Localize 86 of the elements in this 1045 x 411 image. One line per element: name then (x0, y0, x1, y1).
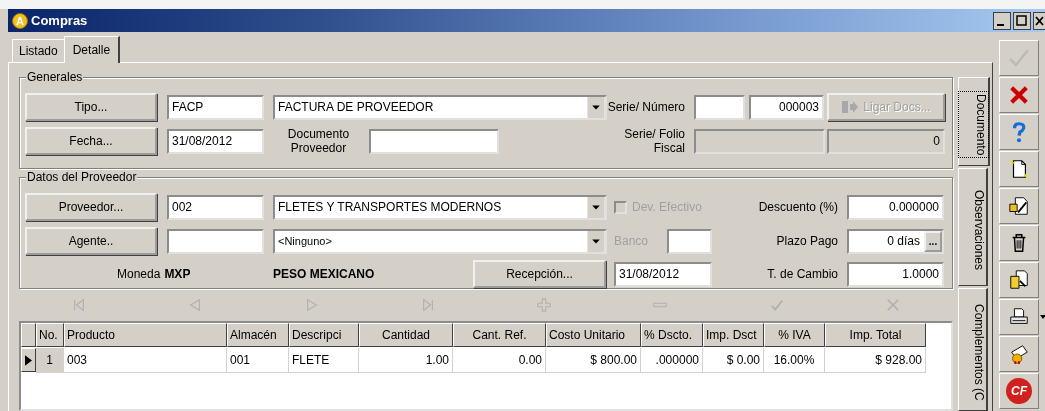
cfd-button[interactable]: CF (999, 373, 1039, 409)
copy-document-button[interactable] (999, 262, 1039, 298)
text-field[interactable] (694, 94, 745, 120)
table-cell: 16.00% (764, 348, 825, 373)
field-label: Serie/ Número (607, 100, 685, 114)
row-header[interactable] (21, 348, 36, 372)
field-label: Serie/ Folio Fiscal (623, 127, 685, 155)
cfd-label: CF (1006, 378, 1032, 404)
table-cell: $ 928.00 (825, 348, 926, 373)
dropdown-field[interactable]: FLETES Y TRANSPORTES MODERNOS (273, 194, 607, 220)
table-cell: 1.00 (359, 348, 453, 373)
cancel-button[interactable] (999, 77, 1039, 113)
new-page-icon (1008, 158, 1030, 180)
currency-name: PESO MEXICANO (273, 267, 376, 281)
text-field[interactable]: 002 (167, 194, 264, 220)
edit-document-button[interactable] (999, 188, 1039, 224)
dropdown-field[interactable]: <Ninguno> (273, 228, 607, 254)
column-header[interactable]: No. (36, 323, 64, 347)
text-field[interactable]: 0.000000 (847, 194, 944, 220)
close-icon (1008, 84, 1030, 106)
column-header[interactable]: Cantidad (359, 323, 453, 347)
agente-button[interactable]: Agente.. (25, 227, 157, 255)
text-field[interactable]: 000003 (749, 94, 824, 120)
table-cell: .000000 (641, 348, 703, 373)
field-label: Moneda (117, 267, 161, 281)
table-cell: 1 (36, 348, 64, 373)
column-header[interactable]: Costo Unitario (546, 323, 641, 347)
fecha-button[interactable]: Fecha... (25, 127, 157, 155)
table-cell: 003 (64, 348, 227, 373)
documents-icon (1008, 269, 1030, 291)
text-field[interactable]: 1.0000 (847, 261, 944, 287)
minimize-button[interactable] (993, 11, 1011, 30)
column-header[interactable]: % IVA (764, 323, 825, 347)
table-cell: $ 800.00 (546, 348, 641, 373)
column-header[interactable]: Producto (64, 323, 227, 347)
caret-icon (586, 230, 605, 252)
caret-icon[interactable] (1040, 315, 1045, 319)
proveedor-button[interactable]: Proveedor... (25, 193, 157, 221)
browse-button[interactable]: ... (924, 230, 942, 252)
side-tab[interactable]: Observaciones (958, 167, 988, 286)
column-header[interactable]: % Dscto. (641, 323, 703, 347)
side-tab[interactable]: Complementos (C (958, 287, 988, 411)
text-field[interactable]: FACP (167, 94, 264, 120)
text-field[interactable] (667, 228, 712, 254)
text-field[interactable] (369, 128, 499, 154)
help-button[interactable] (999, 114, 1039, 150)
column-header[interactable]: Imp. Dsct (703, 323, 764, 347)
maximize-button[interactable] (1013, 11, 1031, 30)
table-cell: 001 (227, 348, 289, 373)
tab[interactable]: Detalle (63, 36, 121, 63)
field-value: 0 días (887, 234, 920, 248)
table-cell: 0.00 (453, 348, 546, 373)
date-field[interactable]: 31/08/2012 (614, 261, 712, 287)
dropdown-field[interactable]: FACTURA DE PROVEEDOR (273, 94, 607, 120)
table-cell: $ 0.00 (703, 348, 764, 373)
currency-code: MXP (164, 267, 191, 281)
date-field[interactable]: 31/08/2012 (167, 128, 264, 154)
group-title: Generales (26, 70, 84, 84)
certificate-icon (1008, 343, 1030, 365)
edit-document-icon (1008, 195, 1030, 217)
window-title: Compras (31, 13, 88, 28)
column-header[interactable]: Cant. Ref. (453, 323, 546, 347)
caret-icon (586, 96, 605, 118)
tipo-button[interactable]: Tipo... (25, 93, 157, 121)
field-label: Descuento (%) (757, 200, 838, 214)
field-label: Documento Proveedor (286, 127, 351, 155)
field-label: Plazo Pago (775, 234, 838, 248)
close-button[interactable] (1033, 11, 1045, 30)
certificate-button[interactable] (999, 336, 1039, 372)
field-label: T. de Cambio (766, 267, 838, 281)
caret-icon (586, 196, 605, 218)
new-document-button[interactable] (999, 151, 1039, 187)
print-button[interactable] (999, 299, 1039, 335)
table-cell: FLETE (289, 348, 359, 373)
column-header[interactable]: Almacén (227, 323, 289, 347)
group-title: Datos del Proveedor (26, 170, 138, 184)
text-field[interactable] (167, 228, 264, 254)
text-field[interactable]: 0 días ... (847, 228, 944, 254)
side-tab[interactable]: Documento (958, 77, 990, 166)
arrow-icon (841, 100, 860, 114)
recepcion-button[interactable]: Recepción... (473, 260, 606, 288)
delete-button[interactable] (999, 225, 1039, 261)
column-header[interactable]: Imp. Total (825, 323, 926, 347)
app-icon: A (12, 12, 28, 29)
column-header[interactable]: Descripci (289, 323, 359, 347)
tab[interactable]: Listado (12, 39, 65, 62)
